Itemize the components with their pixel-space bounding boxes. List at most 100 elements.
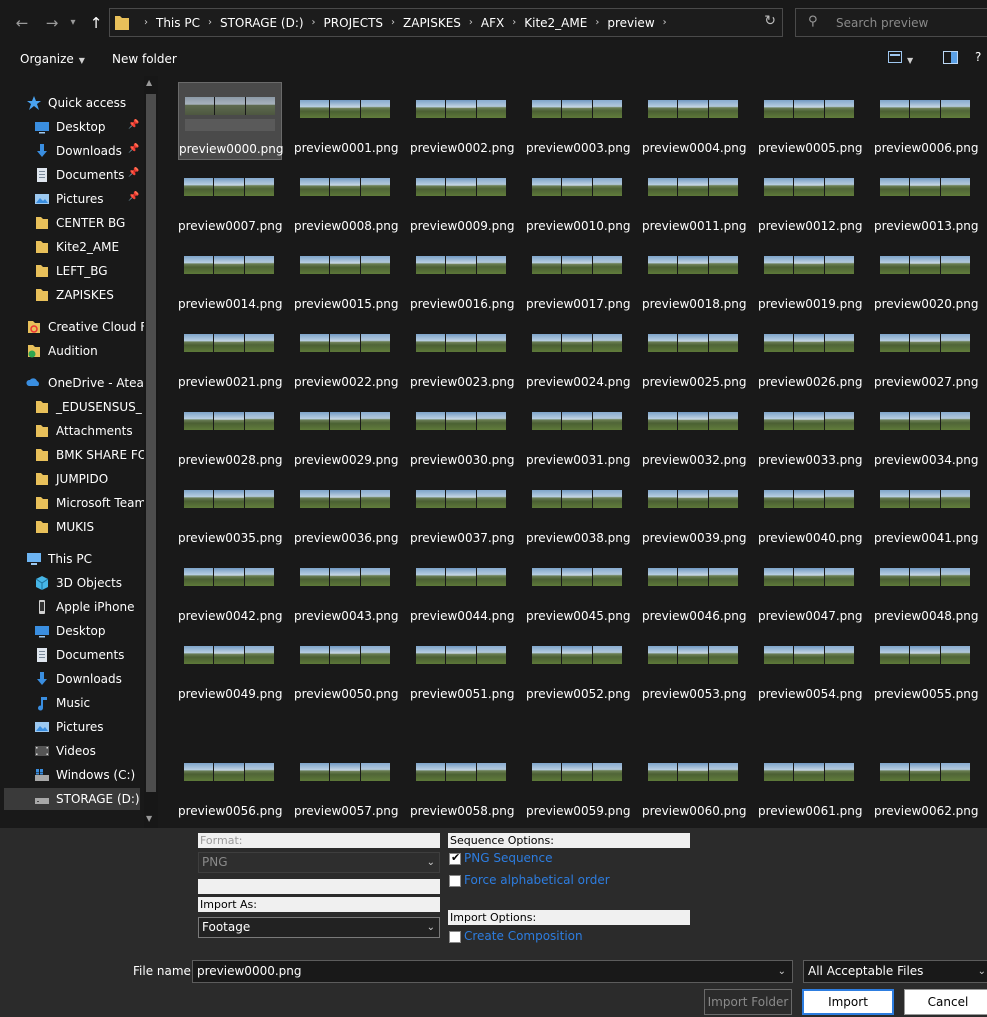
file-item[interactable]: preview0020.png — [874, 238, 979, 316]
file-type-select[interactable]: All Acceptable Files (*.fla;*.prpr ⌄ — [803, 960, 987, 983]
file-item[interactable]: preview0019.png — [758, 238, 863, 316]
breadcrumb-separator-icon[interactable]: › — [144, 17, 148, 28]
file-item[interactable]: preview0048.png — [874, 550, 979, 628]
nav-item[interactable]: Videos — [34, 740, 144, 762]
file-item[interactable]: preview0060.png — [642, 745, 747, 823]
file-item[interactable]: preview0045.png — [526, 550, 631, 628]
nav-item[interactable]: OneDrive - Atea — [26, 372, 144, 394]
file-item[interactable]: preview0007.png — [178, 160, 283, 238]
breadcrumb-separator-icon[interactable]: › — [312, 17, 316, 28]
file-item[interactable]: preview0031.png — [526, 394, 631, 472]
file-item[interactable]: preview0018.png — [642, 238, 747, 316]
file-item[interactable]: preview0044.png — [410, 550, 515, 628]
file-item[interactable]: preview0022.png — [294, 316, 399, 394]
file-item[interactable]: preview0023.png — [410, 316, 515, 394]
file-item[interactable]: preview0032.png — [642, 394, 747, 472]
file-item[interactable]: preview0014.png — [178, 238, 283, 316]
file-item[interactable]: preview0029.png — [294, 394, 399, 472]
breadcrumb-separator-icon[interactable]: › — [663, 17, 667, 28]
file-item[interactable]: preview0026.png — [758, 316, 863, 394]
preview-pane-button[interactable] — [943, 51, 958, 67]
file-item[interactable]: preview0010.png — [526, 160, 631, 238]
nav-item[interactable]: _EDUSENSUS_ — [34, 396, 144, 418]
file-item[interactable]: preview0056.png — [178, 745, 283, 823]
file-item[interactable]: preview0027.png — [874, 316, 979, 394]
file-item[interactable]: preview0030.png — [410, 394, 515, 472]
file-item[interactable]: preview0008.png — [294, 160, 399, 238]
nav-item[interactable]: BMK SHARE FOL — [34, 444, 154, 466]
png-sequence-checkbox[interactable] — [449, 851, 461, 865]
file-item[interactable]: preview0042.png — [178, 550, 283, 628]
scroll-up-icon[interactable]: ▲ — [146, 78, 152, 87]
nav-item[interactable]: JUMPIDO — [34, 468, 144, 490]
breadcrumb-separator-icon[interactable]: › — [391, 17, 395, 28]
file-item[interactable]: preview0034.png — [874, 394, 979, 472]
file-item[interactable]: preview0062.png — [874, 745, 979, 823]
file-item[interactable]: preview0041.png — [874, 472, 979, 550]
file-item[interactable]: preview0050.png — [294, 628, 399, 706]
file-item[interactable]: preview0049.png — [178, 628, 283, 706]
file-item[interactable]: preview0024.png — [526, 316, 631, 394]
up-arrow-icon[interactable]: ↑ — [85, 12, 107, 34]
breadcrumb-separator-icon[interactable]: › — [512, 17, 516, 28]
nav-item[interactable]: Windows (C:) — [34, 764, 144, 786]
file-item[interactable]: preview0040.png — [758, 472, 863, 550]
refresh-icon[interactable]: ↻ — [764, 13, 776, 29]
file-item[interactable]: preview0037.png — [410, 472, 515, 550]
file-item[interactable]: preview0033.png — [758, 394, 863, 472]
file-item[interactable]: preview0003.png — [526, 82, 631, 160]
breadcrumb-item[interactable]: Kite2_AME — [524, 16, 587, 30]
organize-button[interactable]: Organize ▼ — [20, 52, 85, 66]
file-item[interactable]: preview0036.png — [294, 472, 399, 550]
new-folder-button[interactable]: New folder — [112, 52, 177, 66]
file-item[interactable]: preview0013.png — [874, 160, 979, 238]
file-item[interactable]: preview0002.png — [410, 82, 515, 160]
nav-item[interactable]: Pictures — [34, 716, 144, 738]
create-composition-label[interactable]: Create Composition — [464, 929, 583, 943]
nav-item[interactable]: Quick access — [26, 92, 144, 114]
file-item[interactable]: preview0015.png — [294, 238, 399, 316]
nav-item[interactable]: Creative Cloud Fil — [26, 316, 153, 338]
nav-item[interactable]: Music — [34, 692, 144, 714]
file-item[interactable]: preview0058.png — [410, 745, 515, 823]
file-item[interactable]: preview0038.png — [526, 472, 631, 550]
breadcrumb-item[interactable]: ZAPISKES — [403, 16, 461, 30]
file-item[interactable]: preview0017.png — [526, 238, 631, 316]
back-arrow-icon[interactable]: ← — [11, 12, 33, 34]
file-item[interactable]: preview0005.png — [758, 82, 863, 160]
file-name-input[interactable]: preview0000.png ⌄ — [192, 960, 793, 983]
search-input[interactable]: ⚲ Search preview — [795, 8, 987, 37]
help-button[interactable]: ? — [975, 50, 981, 64]
png-sequence-label[interactable]: PNG Sequence — [464, 851, 553, 865]
file-item[interactable]: preview0016.png — [410, 238, 515, 316]
file-item[interactable]: preview0001.png — [294, 82, 399, 160]
file-item[interactable]: preview0047.png — [758, 550, 863, 628]
file-item[interactable]: preview0028.png — [178, 394, 283, 472]
file-item[interactable]: preview0057.png — [294, 745, 399, 823]
breadcrumb-separator-icon[interactable]: › — [208, 17, 212, 28]
force-alphabetical-label[interactable]: Force alphabetical order — [464, 873, 610, 887]
nav-item[interactable]: CENTER BG — [34, 212, 144, 234]
file-item[interactable]: preview0021.png — [178, 316, 283, 394]
file-item[interactable]: preview0000.png — [178, 82, 284, 160]
recent-locations-chevron-icon[interactable]: ▾ — [66, 12, 80, 34]
file-item[interactable]: preview0035.png — [178, 472, 283, 550]
file-item[interactable]: preview0051.png — [410, 628, 515, 706]
file-item[interactable]: preview0053.png — [642, 628, 747, 706]
file-item[interactable]: preview0009.png — [410, 160, 515, 238]
file-item[interactable]: preview0039.png — [642, 472, 747, 550]
nav-item[interactable]: LEFT_BG — [34, 260, 144, 282]
nav-item[interactable]: Desktop — [34, 620, 144, 642]
forward-arrow-icon[interactable]: → — [41, 12, 63, 34]
nav-item[interactable]: Attachments — [34, 420, 144, 442]
breadcrumb-item[interactable]: preview — [607, 16, 654, 30]
import-button[interactable]: Import — [802, 989, 894, 1015]
breadcrumb-separator-icon[interactable]: › — [595, 17, 599, 28]
nav-scrollbar[interactable]: ▲ ▼ — [144, 76, 158, 828]
force-alphabetical-checkbox[interactable] — [449, 875, 461, 887]
nav-item[interactable]: This PC — [26, 548, 144, 570]
nav-item[interactable]: Microsoft Teams — [34, 492, 152, 514]
breadcrumb-separator-icon[interactable]: › — [469, 17, 473, 28]
file-item[interactable]: preview0012.png — [758, 160, 863, 238]
file-item[interactable]: preview0059.png — [526, 745, 631, 823]
